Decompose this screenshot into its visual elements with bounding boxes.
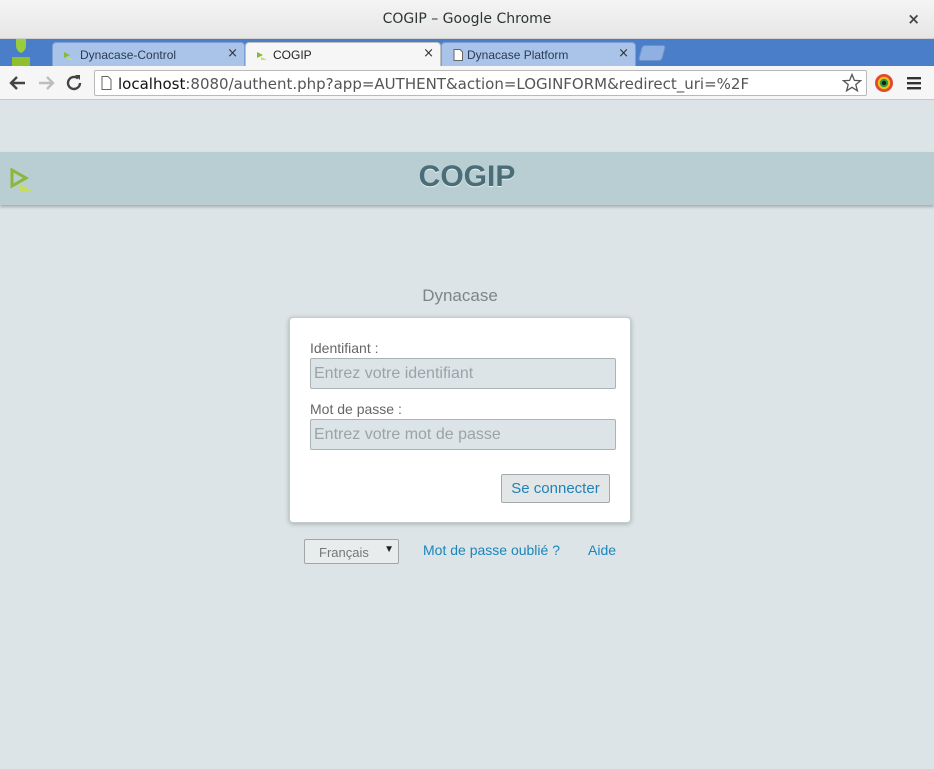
tab-cogip[interactable]: COGIP × — [245, 42, 441, 67]
reload-icon[interactable] — [63, 72, 85, 94]
back-icon[interactable] — [7, 72, 29, 94]
username-label: Identifiant : — [310, 340, 379, 356]
help-link[interactable]: Aide — [588, 542, 616, 558]
page-icon — [453, 49, 463, 61]
tab-dynacase-control[interactable]: Dynacase-Control × — [52, 42, 245, 66]
dynacase-icon — [64, 52, 74, 60]
language-value: Français — [319, 545, 369, 560]
new-tab-button[interactable] — [637, 45, 667, 61]
language-select[interactable]: Français ▼ — [304, 539, 399, 564]
url-host: localhost — [118, 75, 186, 93]
menu-icon[interactable] — [906, 75, 922, 91]
tab-close-icon[interactable]: × — [423, 46, 434, 61]
tab-close-icon[interactable]: × — [618, 46, 629, 61]
forward-icon[interactable] — [35, 72, 57, 94]
window-titlebar: COGIP – Google Chrome × — [0, 0, 934, 39]
app-header: COGIP — [0, 152, 934, 205]
app-title: COGIP — [418, 160, 516, 193]
extension-icon[interactable] — [874, 73, 894, 93]
window-close-button[interactable]: × — [907, 10, 920, 28]
tab-label: Dynacase-Control — [80, 48, 177, 62]
password-input[interactable] — [310, 419, 616, 450]
page-content: COGIP Dynacase Identifiant : Mot de pass… — [0, 101, 934, 769]
url-text: localhost:8080/authent.php?app=AUTHENT&a… — [118, 75, 749, 93]
username-input[interactable] — [310, 358, 616, 389]
forgot-password-link[interactable]: Mot de passe oublié ? — [423, 542, 560, 558]
tab-close-icon[interactable]: × — [227, 46, 238, 61]
login-form: Identifiant : Mot de passe : Se connecte… — [289, 317, 631, 523]
url-path: :8080/authent.php?app=AUTHENT&action=LOG… — [185, 75, 750, 93]
tab-strip: Dynacase-Control × COGIP × Dynacase Plat… — [0, 39, 934, 67]
tab-label: COGIP — [273, 48, 312, 62]
product-name: Dynacase — [422, 286, 498, 305]
page-icon — [101, 76, 112, 90]
tab-label: Dynacase Platform — [467, 48, 569, 62]
bookmark-star-icon[interactable] — [842, 73, 862, 93]
password-label: Mot de passe : — [310, 401, 402, 417]
browser-toolbar: localhost:8080/authent.php?app=AUTHENT&a… — [0, 66, 934, 100]
window-title: COGIP – Google Chrome — [382, 11, 552, 27]
profile-icon[interactable] — [10, 39, 32, 66]
login-button[interactable]: Se connecter — [501, 474, 610, 503]
dropdown-arrow-icon: ▼ — [384, 544, 394, 555]
dynacase-icon — [257, 52, 267, 60]
address-bar[interactable]: localhost:8080/authent.php?app=AUTHENT&a… — [94, 70, 867, 96]
tab-dynacase-platform[interactable]: Dynacase Platform × — [441, 42, 636, 66]
